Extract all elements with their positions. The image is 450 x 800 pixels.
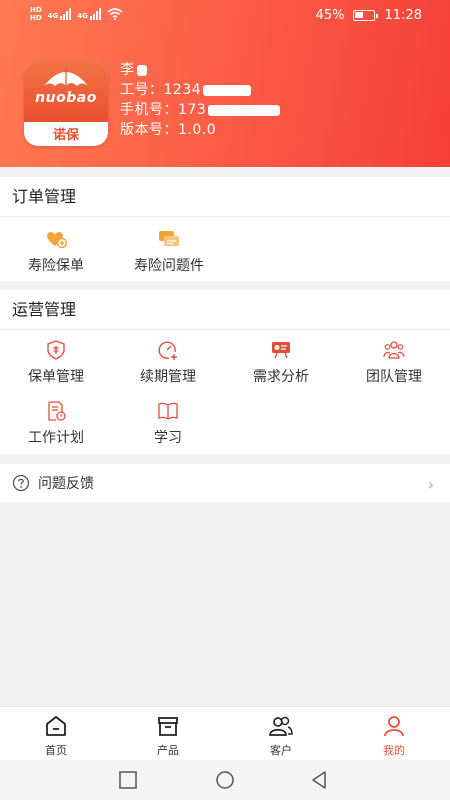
- sim-label-2: HD: [30, 14, 42, 22]
- chevron-right-icon: ›: [427, 475, 434, 494]
- recent-apps-icon[interactable]: [118, 770, 138, 790]
- profile-info: 李 工号： 1234 手机号： 173 版本号： 1.0.0: [120, 60, 281, 140]
- grid-item-label: 需求分析: [253, 369, 309, 385]
- gauge-plus-icon: [158, 341, 177, 360]
- home-icon: [46, 716, 66, 736]
- tab-label: 首页: [45, 744, 67, 757]
- battery-icon: [352, 10, 378, 21]
- version-row: 版本号： 1.0.0: [120, 120, 280, 140]
- grid-item-label: 学习: [154, 430, 182, 446]
- redacted-phone: [208, 104, 281, 116]
- signal-1: 4G: [48, 8, 72, 20]
- grid-item-label: 团队管理: [366, 369, 422, 385]
- phone-row: 手机号： 173: [120, 100, 281, 120]
- grid-item-renewal-management[interactable]: 续期管理: [112, 340, 224, 386]
- clock: 11:28: [384, 8, 422, 23]
- battery-percent: 45%: [315, 8, 345, 23]
- phone-label: 手机号：: [120, 102, 178, 118]
- grid-item-label: 寿险保单: [28, 258, 84, 274]
- question-circle-icon: [12, 474, 30, 492]
- heart-plus-icon: [47, 232, 67, 249]
- redacted-employee-id: [203, 84, 252, 96]
- profile-header: HD HD 4G 4G 45% 11:28 nuobao 诺保 李 工号： 12…: [0, 0, 450, 167]
- bottom-tab-bar: 首页 产品 客户 我的: [0, 706, 450, 760]
- grid-item-label: 寿险问题件: [134, 258, 204, 274]
- analysis-board-icon: [272, 342, 290, 359]
- team-icon: [383, 341, 405, 359]
- grid-item-policy-management[interactable]: 保单管理: [0, 340, 112, 386]
- feedback-row[interactable]: 问题反馈 ›: [0, 464, 450, 502]
- user-name-row: 李: [120, 60, 280, 80]
- system-navigation-bar: [0, 760, 450, 800]
- back-icon[interactable]: [310, 770, 330, 790]
- employee-id-row: 工号： 1234: [120, 80, 280, 100]
- logo-chinese-name: 诺保: [52, 128, 79, 143]
- tab-customers[interactable]: 客户: [225, 707, 337, 761]
- signal-bars-icon: [60, 8, 72, 20]
- operations-management-title: 运营管理: [0, 290, 450, 330]
- tab-label: 产品: [157, 744, 179, 757]
- grid-item-work-plan[interactable]: 工作计划: [0, 401, 112, 447]
- grid-item-label: 续期管理: [140, 369, 196, 385]
- employee-id-value: 1234: [163, 82, 202, 98]
- grid-item-label: 保单管理: [28, 369, 84, 385]
- logo-wordmark: nuobao: [35, 90, 97, 106]
- grid-item-learning[interactable]: 学习: [112, 401, 224, 447]
- home-button-icon[interactable]: [215, 770, 235, 790]
- version-value: 1.0.0: [178, 122, 217, 138]
- tab-products[interactable]: 产品: [112, 707, 224, 761]
- grid-item-team-management[interactable]: 团队管理: [338, 340, 450, 386]
- plan-document-icon: [48, 401, 66, 421]
- grid-item-life-policy[interactable]: 寿险保单: [0, 229, 112, 275]
- tab-home[interactable]: 首页: [0, 707, 112, 761]
- sim-label-1: HD: [30, 6, 42, 14]
- user-icon: [384, 716, 404, 737]
- tab-label: 客户: [270, 744, 292, 757]
- app-logo: nuobao 诺保: [24, 62, 108, 146]
- version-label: 版本号：: [120, 122, 178, 138]
- tab-mine[interactable]: 我的: [338, 707, 450, 761]
- signal-2: 4G: [77, 8, 101, 20]
- signal-bars-icon: [89, 8, 101, 20]
- chat-bubbles-icon: [159, 231, 179, 246]
- order-management-title: 订单管理: [0, 177, 450, 217]
- user-name: 李: [120, 62, 135, 78]
- customers-icon: [269, 716, 293, 736]
- book-icon: [158, 402, 178, 420]
- operations-management-card: 运营管理 保单管理 续期管理 需求分析 团队管理 工作计划 学习: [0, 290, 450, 454]
- shield-icon: [47, 340, 65, 360]
- order-management-card: 订单管理 寿险保单 寿险问题件: [0, 177, 450, 281]
- phone-value: 173: [178, 102, 207, 118]
- redacted-name: [136, 64, 147, 76]
- grid-item-needs-analysis[interactable]: 需求分析: [225, 340, 337, 386]
- feedback-label: 问题反馈: [38, 476, 94, 492]
- grid-item-life-issues[interactable]: 寿险问题件: [104, 229, 234, 275]
- grid-item-label: 工作计划: [28, 430, 84, 446]
- product-box-icon: [158, 717, 178, 736]
- wifi-icon: [107, 8, 123, 20]
- employee-id-label: 工号：: [120, 82, 164, 98]
- status-bar: HD HD 4G 4G 45% 11:28: [0, 0, 450, 30]
- tab-label: 我的: [383, 744, 405, 757]
